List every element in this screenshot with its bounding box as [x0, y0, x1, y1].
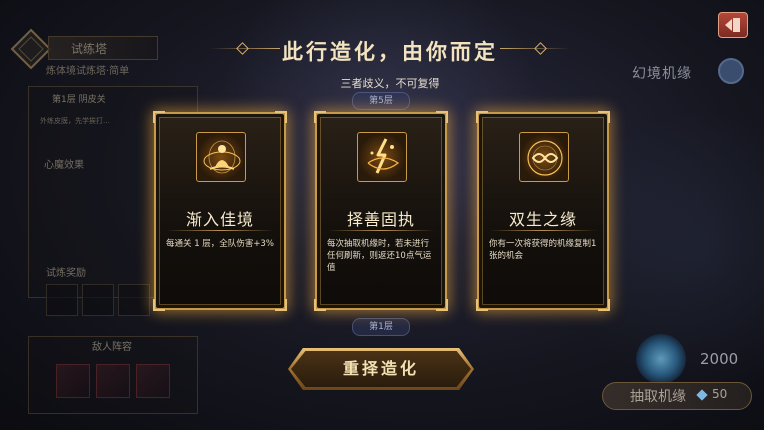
enemy-portrait	[136, 364, 170, 398]
demon-effect-label: 心魔效果	[44, 160, 84, 171]
reward-slot	[118, 284, 150, 316]
reselect-fortune-button[interactable]: 重择造化	[288, 348, 474, 390]
card-corner	[436, 111, 448, 123]
card-title: 渐入佳境	[185, 210, 254, 229]
reward-slot	[46, 284, 78, 316]
card-divider	[489, 230, 597, 231]
floor-header: 第1层 阴皮关	[52, 95, 106, 105]
enemy-portrait	[56, 364, 90, 398]
realm-label: 幻境机缘	[632, 66, 692, 82]
card-description: 你有一次将获得的机缘复制1张的机会	[489, 239, 597, 261]
card-corner	[275, 299, 287, 311]
card-divider	[327, 230, 435, 231]
page-title: 此行造化，由你而定	[282, 39, 498, 64]
floor-marker-bottom: 第1层	[352, 318, 410, 336]
choice-card[interactable]: 渐入佳境 每通关 1 层，全队伤害+3%	[153, 111, 287, 311]
card-description: 每通关 1 层，全队伤害+3%	[166, 239, 274, 249]
choice-card[interactable]: 双生之缘 你有一次将获得的机缘复制1张的机会	[476, 111, 610, 311]
card-corner	[598, 299, 610, 311]
card-title: 择善固执	[346, 210, 415, 229]
fortune-orb-icon	[636, 334, 686, 384]
card-corner	[153, 299, 165, 311]
lightning-swirl-icon	[357, 132, 407, 182]
draw-fortune-label: 抽取机缘	[630, 389, 686, 405]
page-subtitle: 三者歧义，不可复得	[340, 77, 440, 90]
back-button[interactable]	[718, 12, 748, 38]
card-description: 每次抽取机缘时，若未进行任何刷新，则返还10点气运值	[327, 239, 432, 273]
tower-subtitle: 炼体境试炼塔·简单	[46, 66, 130, 77]
card-title: 双生之缘	[508, 210, 577, 229]
heading-line-right	[500, 48, 570, 49]
card-corner	[314, 111, 326, 123]
card-divider	[166, 230, 274, 231]
card-corner	[436, 299, 448, 311]
infinity-orb-icon	[519, 132, 569, 182]
enemy-lineup-label: 敌人阵容	[92, 342, 132, 353]
card-corner	[275, 111, 287, 123]
card-corner	[153, 111, 165, 123]
exit-arrow-icon	[725, 18, 740, 32]
meditation-icon	[196, 132, 246, 182]
enemy-portrait	[96, 364, 130, 398]
floor-marker-top: 第5层	[352, 92, 410, 110]
reward-slot	[82, 284, 114, 316]
choice-card[interactable]: 择善固执 每次抽取机缘时，若未进行任何刷新，则返还10点气运值	[314, 111, 448, 311]
reselect-button-inner: 重择造化	[291, 351, 471, 387]
floor-description: 外练皮膜，先学挨打…	[40, 117, 110, 125]
card-corner	[598, 111, 610, 123]
card-corner	[476, 111, 488, 123]
draw-cost: 50	[712, 387, 728, 401]
reselect-label: 重择造化	[342, 359, 419, 378]
trial-reward-label: 试炼奖励	[46, 268, 86, 279]
card-corner	[314, 299, 326, 311]
realm-people-icon[interactable]	[718, 58, 744, 84]
orb-count: 2000	[700, 350, 739, 368]
tower-title: 试练塔	[48, 36, 158, 60]
card-corner	[476, 299, 488, 311]
